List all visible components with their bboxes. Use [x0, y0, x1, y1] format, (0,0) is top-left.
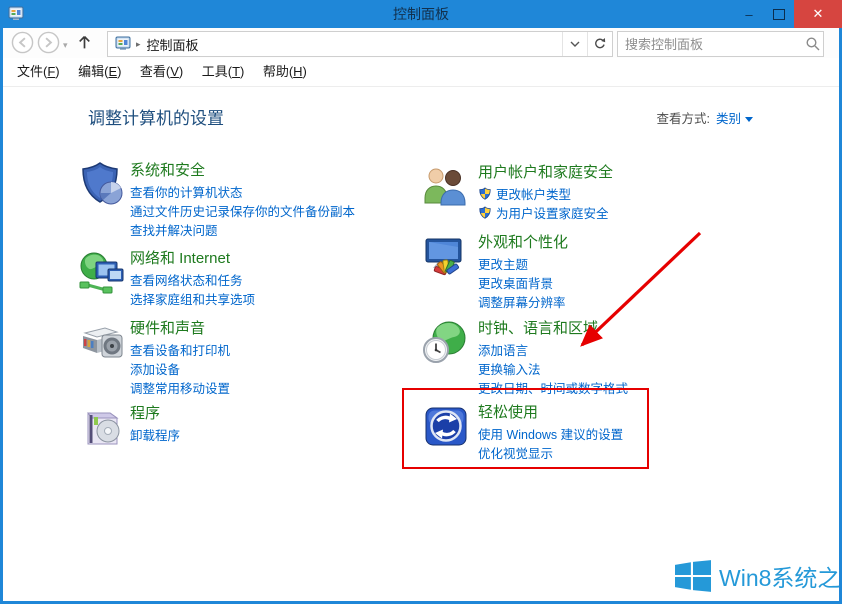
network-internet-icon[interactable]: [78, 249, 126, 297]
refresh-button[interactable]: [587, 32, 612, 56]
task-link[interactable]: 查看你的计算机状态: [130, 184, 355, 203]
search-input[interactable]: [618, 37, 805, 52]
category-ease-of-access: 轻松使用 使用 Windows 建议的设置 优化视觉显示: [422, 401, 623, 464]
address-dropdown-button[interactable]: [562, 32, 587, 56]
task-link[interactable]: 更改主题: [478, 256, 568, 275]
task-link[interactable]: 查看网络状态和任务: [130, 272, 255, 291]
category-network-internet: 网络和 Internet 查看网络状态和任务 选择家庭组和共享选项: [78, 247, 255, 310]
view-by-control: 查看方式: 类别: [657, 108, 754, 127]
up-button[interactable]: [76, 34, 93, 51]
task-link[interactable]: 添加设备: [130, 361, 230, 380]
ease-of-access-icon[interactable]: [422, 403, 470, 451]
menu-help[interactable]: 帮助(H): [263, 58, 307, 85]
chevron-down-icon[interactable]: [745, 117, 753, 122]
task-link[interactable]: 选择家庭组和共享选项: [130, 291, 255, 310]
search-icon[interactable]: [805, 36, 821, 52]
minimize-button[interactable]: –: [734, 0, 764, 28]
task-link[interactable]: 查看设备和打印机: [130, 342, 230, 361]
category-title-link[interactable]: 系统和安全: [130, 159, 355, 180]
task-link[interactable]: 使用 Windows 建议的设置: [478, 426, 623, 445]
category-clock-language: 时钟、语言和区域 添加语言 更换输入法 更改日期、时间或数字格式: [422, 317, 628, 399]
task-link[interactable]: 卸载程序: [130, 427, 180, 446]
window-title: 控制面板: [0, 0, 842, 28]
task-link[interactable]: 查找并解决问题: [130, 222, 355, 241]
maximize-icon: [773, 9, 785, 20]
task-link[interactable]: 为用户设置家庭安全: [478, 205, 613, 224]
menu-bar: 文件(F) 编辑(E) 查看(V) 工具(T) 帮助(H): [3, 58, 839, 87]
breadcrumb-chevron-icon: ▸: [136, 39, 141, 50]
search-box[interactable]: [617, 31, 824, 57]
titlebar: 控制面板 – ✕: [0, 0, 842, 28]
category-programs: 程序 卸载程序: [78, 402, 180, 446]
clock-language-icon[interactable]: [422, 319, 470, 367]
menu-file[interactable]: 文件(F): [17, 58, 60, 85]
breadcrumb[interactable]: ▸ 控制面板: [108, 35, 562, 54]
uac-shield-icon: [478, 187, 492, 201]
category-title-link[interactable]: 外观和个性化: [478, 231, 568, 252]
category-system-security: 系统和安全 查看你的计算机状态 通过文件历史记录保存你的文件备份副本 查找并解决…: [78, 159, 355, 241]
category-title-link[interactable]: 时钟、语言和区域: [478, 317, 628, 338]
appearance-icon[interactable]: [422, 233, 470, 281]
programs-icon[interactable]: [78, 404, 126, 452]
menu-view[interactable]: 查看(V): [140, 58, 183, 85]
user-accounts-icon[interactable]: [422, 163, 470, 211]
task-link[interactable]: 调整屏幕分辨率: [478, 294, 568, 313]
category-title-link[interactable]: 轻松使用: [478, 401, 623, 422]
category-title-link[interactable]: 硬件和声音: [130, 317, 230, 338]
category-appearance: 外观和个性化 更改主题 更改桌面背景 调整屏幕分辨率: [422, 231, 568, 313]
back-button[interactable]: [11, 31, 34, 54]
hardware-sound-icon[interactable]: [78, 319, 126, 367]
category-user-accounts: 用户帐户和家庭安全 更改帐户类型 为用户设置家庭安全: [422, 161, 613, 224]
task-link[interactable]: 优化视觉显示: [478, 445, 623, 464]
category-title-link[interactable]: 程序: [130, 402, 180, 423]
menu-edit[interactable]: 编辑(E): [78, 58, 121, 85]
task-link[interactable]: 更改日期、时间或数字格式: [478, 380, 628, 399]
category-hardware-sound: 硬件和声音 查看设备和打印机 添加设备 调整常用移动设置: [78, 317, 230, 399]
task-link[interactable]: 调整常用移动设置: [130, 380, 230, 399]
address-bar[interactable]: ▸ 控制面板: [107, 31, 613, 57]
windows-logo-icon: [675, 560, 711, 592]
close-button[interactable]: ✕: [794, 0, 842, 28]
task-link[interactable]: 更改桌面背景: [478, 275, 568, 294]
uac-shield-icon: [478, 206, 492, 220]
task-link[interactable]: 通过文件历史记录保存你的文件备份副本: [130, 203, 355, 222]
breadcrumb-item-control-panel[interactable]: 控制面板: [147, 35, 199, 54]
task-link[interactable]: 更改帐户类型: [478, 186, 613, 205]
category-title-link[interactable]: 网络和 Internet: [130, 247, 255, 268]
system-security-icon[interactable]: [78, 161, 126, 209]
category-title-link[interactable]: 用户帐户和家庭安全: [478, 161, 613, 182]
page-title: 调整计算机的设置: [88, 104, 224, 129]
view-by-label: 查看方式:: [657, 112, 710, 126]
control-panel-window: 控制面板 – ✕ ▾ ▸ 控制面板: [0, 0, 842, 604]
task-link[interactable]: 添加语言: [478, 342, 628, 361]
watermark: Win8系统之家: [675, 559, 842, 593]
maximize-button[interactable]: [764, 0, 794, 28]
recent-pages-chevron-icon[interactable]: ▾: [63, 40, 68, 51]
forward-button[interactable]: [37, 31, 60, 54]
control-panel-icon: [115, 36, 131, 52]
content-area: 调整计算机的设置 查看方式: 类别 系统和安全 查看你的计算机状态 通过文件历史记…: [3, 87, 839, 601]
menu-tools[interactable]: 工具(T): [202, 58, 245, 85]
navigation-toolbar: ▾ ▸ 控制面板: [3, 28, 839, 58]
task-link[interactable]: 更换输入法: [478, 361, 628, 380]
watermark-text: Win8系统之家: [719, 559, 842, 593]
caption-buttons: – ✕: [734, 0, 842, 28]
view-by-dropdown[interactable]: 类别: [716, 112, 741, 126]
